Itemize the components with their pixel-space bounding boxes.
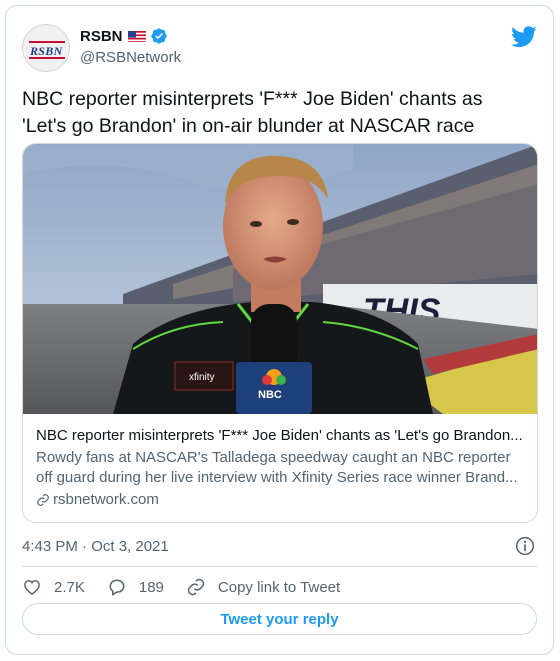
link-preview-info[interactable]: NBC reporter misinterprets 'F*** Joe Bid… [36,426,524,510]
copy-link-label: Copy link to Tweet [217,578,341,596]
link-domain-text: rsbnetwork.com [53,491,159,508]
like-count: 2.7K [54,578,85,596]
display-name[interactable]: RSBN [80,28,123,45]
svg-text:xfinity: xfinity [189,372,215,383]
tweet-your-reply-button[interactable]: Tweet your reply [22,603,537,635]
handle[interactable]: @RSBNetwork [80,49,181,66]
divider [22,566,537,567]
copy-link-button[interactable]: Copy link to Tweet [186,577,340,597]
link-icon [37,494,49,506]
tweet-text: NBC reporter misinterprets 'F*** Joe Bid… [22,88,483,137]
reply-count: 189 [138,578,164,596]
svg-text:NBC: NBC [258,389,282,401]
tweet-header: RSBN RSBN @RSBNetwork [22,22,537,72]
link-icon [187,578,205,596]
reply-button[interactable]: 189 [107,577,164,597]
action-bar: 2.7K 189 Copy link to Tweet [22,572,362,602]
link-preview-card[interactable]: THIS xfinity NBC NBC reporter misinterpr… [22,143,538,523]
link-description: Rowdy fans at NASCAR's Talladega speedwa… [36,449,518,486]
heart-icon [24,580,40,595]
author-info: RSBN @RSBNetwork [80,26,181,67]
avatar[interactable]: RSBN [22,24,70,72]
timestamp[interactable]: 4:43 PM · Oct 3, 2021 [22,538,169,555]
us-flag-icon [127,30,146,42]
verified-badge-icon [150,27,168,45]
twitter-bird-icon[interactable] [511,26,537,48]
reply-bubble-icon [109,579,125,596]
link-title[interactable]: NBC reporter misinterprets 'F*** Joe Bid… [36,426,524,446]
like-button[interactable]: 2.7K [22,577,85,597]
tweet-embed-card: RSBN RSBN @RSBNetwork NBC reporter misin… [5,5,554,655]
link-domain[interactable]: rsbnetwork.com [36,490,524,510]
rsbn-logo: RSBN [27,37,67,61]
link-preview-image[interactable]: THIS xfinity NBC [23,144,537,414]
timestamp-row: 4:43 PM · Oct 3, 2021 [22,534,537,558]
info-icon[interactable] [515,536,535,556]
